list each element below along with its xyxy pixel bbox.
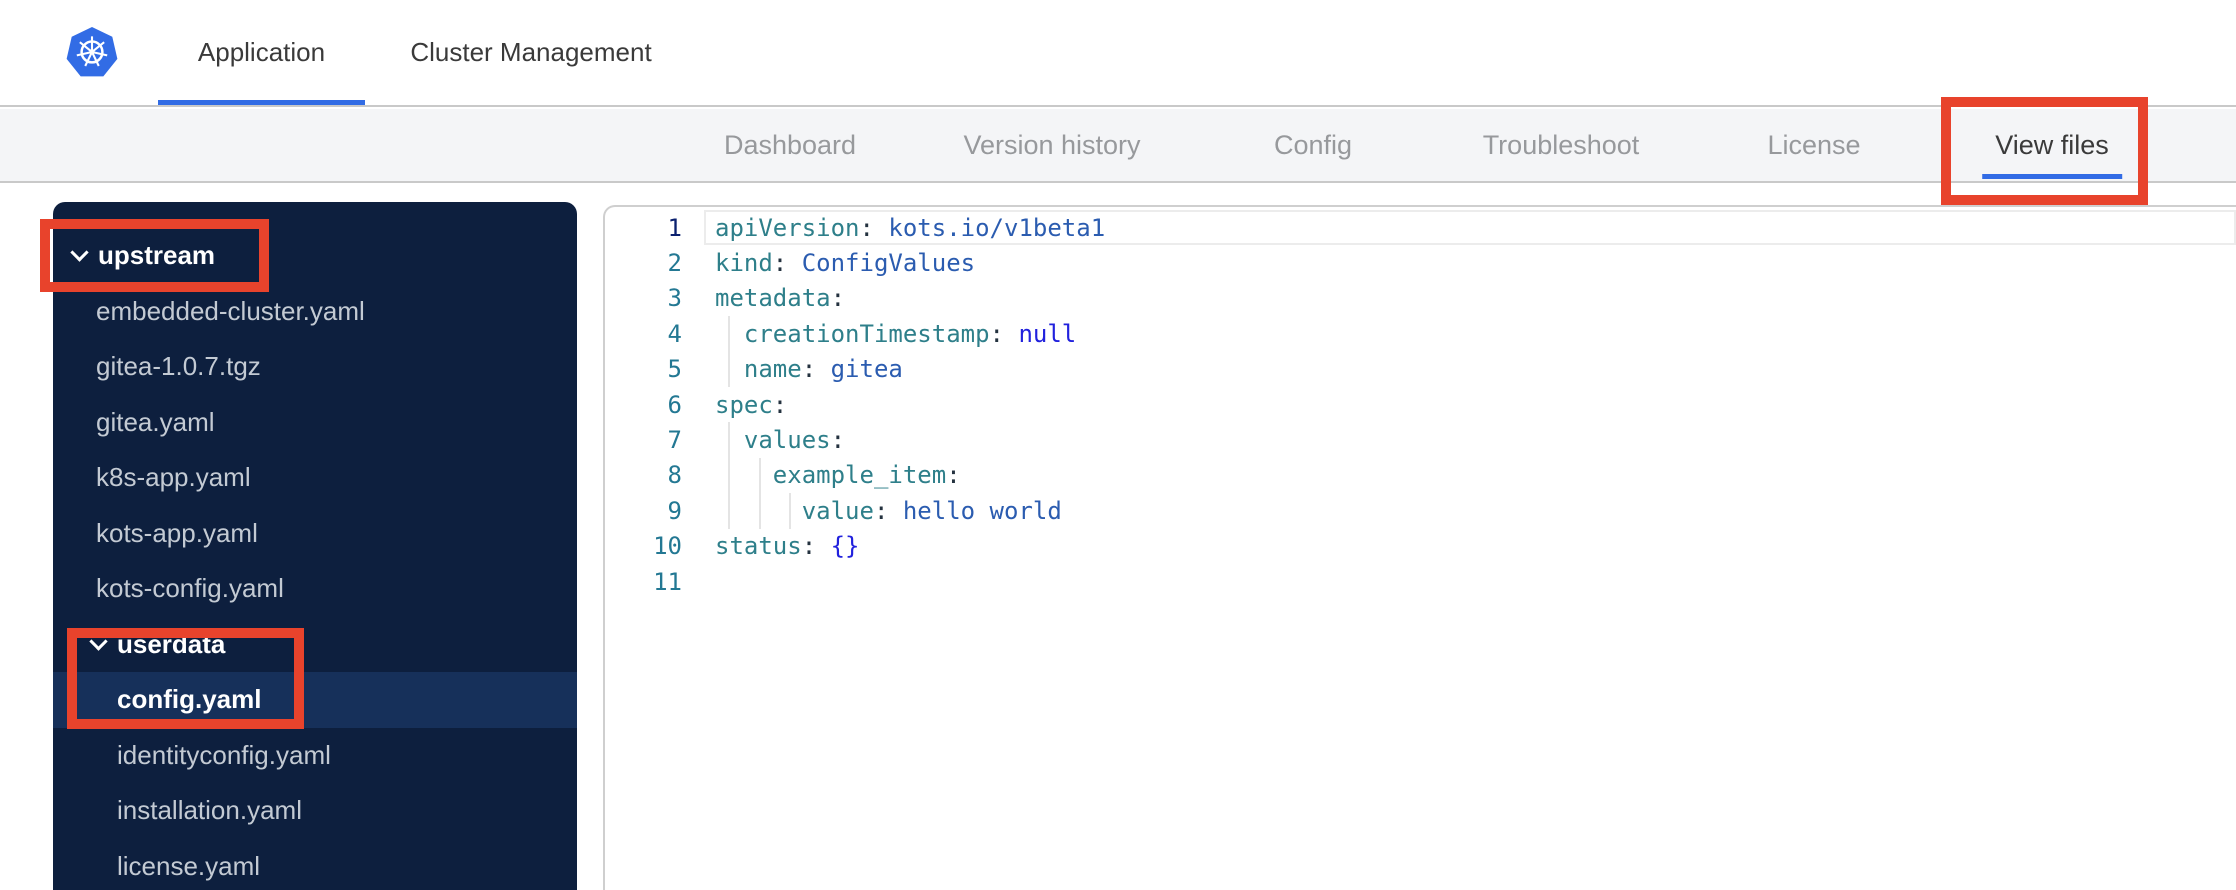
line-number: 4 <box>667 319 682 348</box>
chevron-down-icon <box>70 243 89 262</box>
line-number: 2 <box>667 249 682 278</box>
code-line-1[interactable]: 1 apiVersion: kots.io/v1beta1 <box>605 210 2236 245</box>
primary-tab-cluster-management[interactable]: Cluster Management <box>399 0 663 105</box>
tab-label: Troubleshoot <box>1482 129 1640 160</box>
file-tree-label: upstream <box>98 240 216 271</box>
file-tree-label: kots-config.yaml <box>96 573 284 604</box>
line-number: 5 <box>667 355 682 384</box>
primary-tab-label: Cluster Management <box>410 37 652 67</box>
tab-label: Dashboard <box>723 129 857 160</box>
file-installation-yaml[interactable]: installation.yaml <box>53 783 577 839</box>
primary-tab-label: Application <box>197 37 326 67</box>
code-text: value: hello world <box>801 496 1062 525</box>
file-k8s-app-yaml[interactable]: k8s-app.yaml <box>53 450 577 506</box>
code-text: status: {} <box>715 532 860 561</box>
file-tree-label: gitea.yaml <box>96 406 215 437</box>
file-tree-label: identityconfig.yaml <box>117 739 331 770</box>
file-tree-label: installation.yaml <box>117 795 302 826</box>
file-tree-label: k8s-app.yaml <box>96 462 251 493</box>
line-number: 3 <box>667 284 682 313</box>
line-number: 7 <box>667 426 682 455</box>
file-embedded-cluster-yaml[interactable]: embedded-cluster.yaml <box>53 284 577 340</box>
code-line-9[interactable]: 9 value: hello world <box>605 493 2236 528</box>
chevron-down-icon <box>89 632 108 651</box>
subnav: Dashboard Version history Config Troublesho… <box>0 109 2236 183</box>
tab-version-history[interactable]: Version history <box>963 109 1140 181</box>
code-text: values: <box>743 426 846 455</box>
code-text: name: gitea <box>743 355 903 384</box>
app-header: Application Cluster Management <box>0 0 2236 107</box>
file-gitea-yaml[interactable]: gitea.yaml <box>53 395 577 451</box>
file-tree[interactable]: upstream embedded-cluster.yaml gitea-1.0.7… <box>53 202 577 890</box>
code-text: example_item: <box>772 461 961 490</box>
code-line-4[interactable]: 4 creationTimestamp: null <box>605 316 2236 351</box>
line-number: 6 <box>667 390 682 419</box>
file-gitea-1-0-7-tgz[interactable]: gitea-1.0.7.tgz <box>53 339 577 395</box>
code-text: creationTimestamp: null <box>743 319 1077 348</box>
code-line-8[interactable]: 8 example_item: <box>605 458 2236 493</box>
code-lines: 1 apiVersion: kots.io/v1beta1 2 kind: Confi… <box>605 210 2236 599</box>
active-tab-underline <box>158 100 365 105</box>
tab-label: Version history <box>963 129 1141 160</box>
file-viewer-editor[interactable]: 1 apiVersion: kots.io/v1beta1 2 kind: Confi… <box>603 205 2236 890</box>
line-number: 11 <box>653 567 682 596</box>
code-line-6[interactable]: 6 spec: <box>605 387 2236 422</box>
code-line-5[interactable]: 5 name: gitea <box>605 352 2236 387</box>
file-tree-label: embedded-cluster.yaml <box>96 295 365 326</box>
file-tree-label: userdata <box>117 628 226 659</box>
file-kots-app-yaml[interactable]: kots-app.yaml <box>53 506 577 562</box>
code-text: apiVersion: kots.io/v1beta1 <box>715 213 1106 242</box>
tab-troubleshoot[interactable]: Troubleshoot <box>1483 109 1640 181</box>
code-text: metadata: <box>715 284 846 313</box>
file-config-yaml[interactable]: config.yaml <box>53 672 577 728</box>
line-number: 8 <box>667 461 682 490</box>
tab-label: Config <box>1273 129 1353 160</box>
code-line-10[interactable]: 10 status: {} <box>605 529 2236 564</box>
file-tree-label: kots-app.yaml <box>96 517 258 548</box>
code-text: kind: ConfigValues <box>715 249 976 278</box>
file-license-yaml[interactable]: license.yaml <box>53 839 577 890</box>
file-tree-label: license.yaml <box>117 850 261 881</box>
code-line-7[interactable]: 7 values: <box>605 422 2236 457</box>
code-line-11[interactable]: 11 <box>605 564 2236 599</box>
active-tab-underline <box>1982 174 2122 179</box>
tab-config[interactable]: Config <box>1274 109 1352 181</box>
file-tree-label: config.yaml <box>117 684 262 715</box>
folder-upstream[interactable]: upstream <box>53 228 577 284</box>
primary-nav: Application Cluster Management <box>0 0 2236 105</box>
page: Application Cluster Management Dashboard V… <box>0 0 2236 890</box>
code-line-2[interactable]: 2 kind: ConfigValues <box>605 245 2236 280</box>
primary-tab-application[interactable]: Application <box>158 0 365 105</box>
line-number: 10 <box>653 532 682 561</box>
tab-view-files[interactable]: View files <box>1982 109 2122 181</box>
file-identityconfig-yaml[interactable]: identityconfig.yaml <box>53 728 577 784</box>
tab-license[interactable]: License <box>1767 109 1860 181</box>
folder-userdata[interactable]: userdata <box>53 617 577 673</box>
tab-label: View files <box>1995 129 2109 160</box>
tab-label: License <box>1767 129 1861 160</box>
file-kots-config-yaml[interactable]: kots-config.yaml <box>53 561 577 617</box>
line-number: 9 <box>667 496 682 525</box>
tab-dashboard[interactable]: Dashboard <box>724 109 856 181</box>
code-text: spec: <box>715 390 788 419</box>
file-tree-label: gitea-1.0.7.tgz <box>96 351 261 382</box>
code-line-3[interactable]: 3 metadata: <box>605 281 2236 316</box>
line-number: 1 <box>667 213 682 242</box>
